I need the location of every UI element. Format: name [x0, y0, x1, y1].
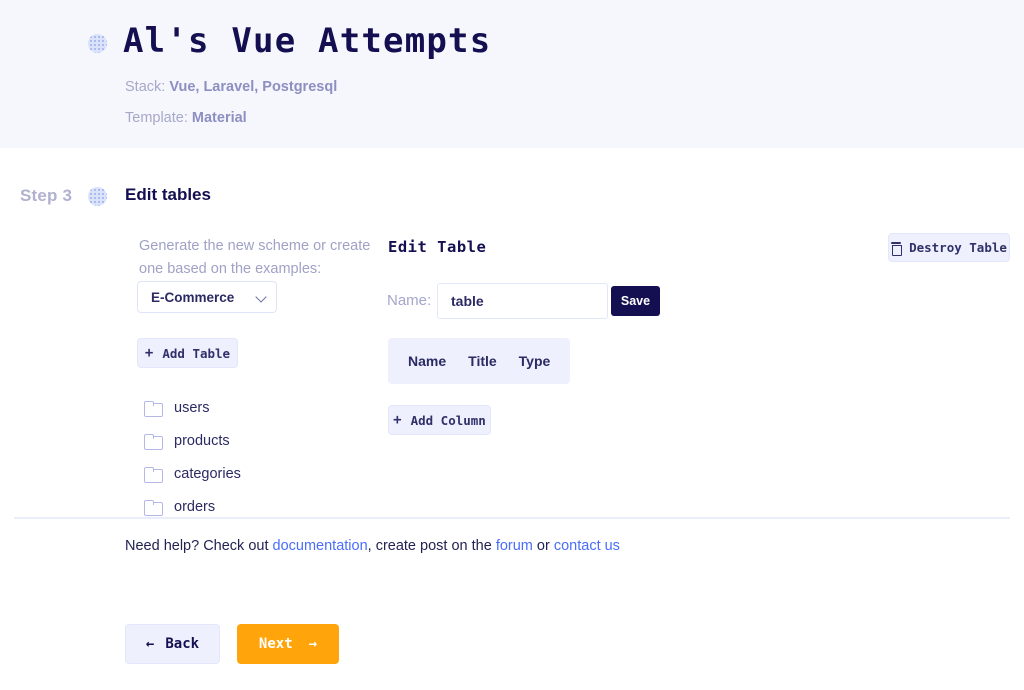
list-item[interactable]: products	[144, 424, 374, 457]
folder-icon	[144, 499, 163, 516]
step-title: Edit tables	[125, 185, 211, 204]
arrow-left-icon: ←	[145, 636, 155, 652]
app-root: Al's Vue Attempts Stack: Vue, Laravel, P…	[0, 0, 1024, 690]
plus-icon: +	[393, 412, 402, 428]
documentation-link[interactable]: documentation	[273, 538, 368, 554]
page-title: Al's Vue Attempts	[123, 21, 492, 61]
destroy-table-button[interactable]: Destroy Table	[888, 233, 1010, 262]
folder-icon	[144, 400, 163, 417]
columns-header-row: Name Title Type	[388, 338, 571, 384]
back-button[interactable]: ← Back	[125, 624, 220, 664]
help-prefix: Need help? Check out	[125, 538, 273, 554]
add-table-button[interactable]: + Add Table	[137, 338, 238, 368]
chevron-down-icon	[256, 291, 268, 303]
trash-icon	[891, 241, 903, 256]
stack-value: Vue, Laravel, Postgresql	[169, 79, 338, 95]
destroy-table-label: Destroy Table	[909, 240, 1007, 255]
table-list: users products categories orders	[144, 391, 374, 523]
template-value: Material	[191, 110, 247, 126]
table-name: users	[174, 399, 210, 416]
page-header: Al's Vue Attempts Stack: Vue, Laravel, P…	[0, 0, 1024, 148]
table-name: categories	[174, 465, 241, 482]
help-middle: , create post on the	[367, 538, 496, 554]
dotted-circle-icon	[88, 34, 107, 53]
step-dotted-circle-icon	[88, 187, 107, 206]
step-number: Step 3	[20, 186, 73, 205]
arrow-right-icon: →	[308, 636, 318, 652]
stack-meta: Stack: Vue, Laravel, Postgresql	[125, 79, 337, 95]
back-label: Back	[165, 636, 200, 652]
column-header-type: Type	[518, 353, 551, 369]
folder-icon	[144, 433, 163, 450]
table-name-input[interactable]	[437, 283, 608, 319]
plus-icon: +	[144, 345, 154, 361]
list-item[interactable]: categories	[144, 457, 374, 490]
contact-us-link[interactable]: contact us	[554, 538, 620, 554]
add-column-label: Add Column	[410, 412, 486, 428]
save-button[interactable]: Save	[611, 286, 660, 316]
generate-scheme-text: Generate the new scheme or create one ba…	[139, 238, 371, 277]
add-column-button[interactable]: + Add Column	[388, 405, 491, 435]
edit-table-heading: Edit Table	[388, 238, 487, 256]
template-meta: Template: Material	[125, 110, 247, 126]
help-text: Need help? Check out documentation, crea…	[125, 538, 620, 554]
example-scheme-select[interactable]: E-Commerce	[137, 281, 277, 313]
stack-label: Stack:	[125, 79, 166, 95]
next-label: Next	[258, 636, 293, 652]
table-name: orders	[174, 498, 216, 515]
example-scheme-select-value: E-Commerce	[151, 289, 235, 305]
section-divider	[14, 517, 1010, 519]
table-name: products	[174, 432, 230, 449]
table-name-label: Name:	[387, 292, 432, 309]
template-label: Template:	[125, 110, 188, 126]
next-button[interactable]: Next →	[237, 624, 339, 664]
forum-link[interactable]: forum	[496, 538, 533, 554]
column-header-name: Name	[408, 353, 447, 369]
list-item[interactable]: users	[144, 391, 374, 424]
help-conjunction: or	[532, 538, 554, 554]
folder-icon	[144, 466, 163, 483]
add-table-label: Add Table	[162, 345, 231, 361]
column-header-title: Title	[468, 353, 497, 369]
